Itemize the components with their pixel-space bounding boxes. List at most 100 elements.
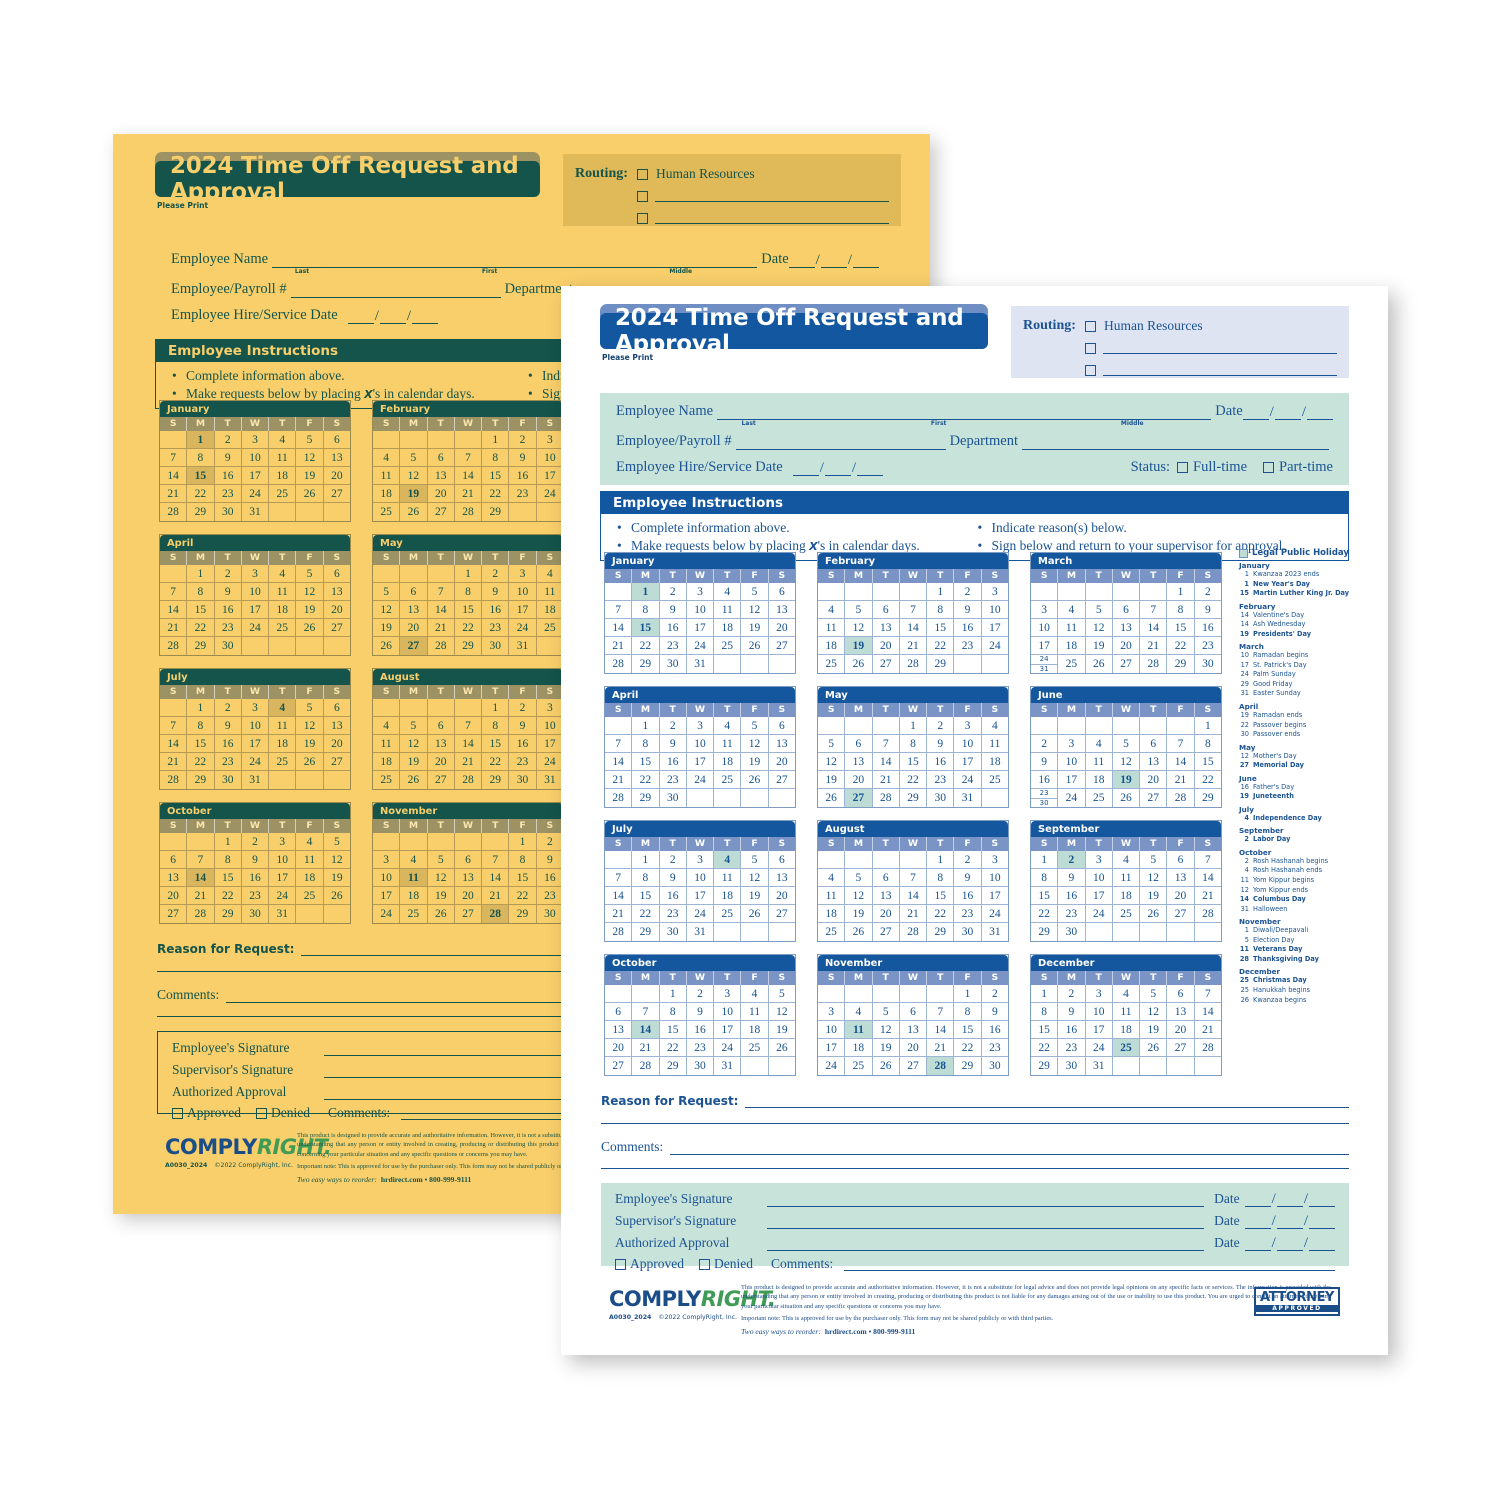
- calendar-day-cell[interactable]: 1: [954, 985, 982, 1003]
- date-month-blank[interactable]: [792, 462, 819, 476]
- calendar-day-cell[interactable]: 14: [605, 619, 633, 637]
- calendar-day-cell[interactable]: 22: [214, 887, 242, 905]
- calendar-day-cell[interactable]: 16: [214, 735, 242, 753]
- calendar-day-cell[interactable]: 11: [269, 717, 297, 735]
- calendar-day-cell[interactable]: 12: [1140, 869, 1168, 887]
- calendar-day-cell[interactable]: 12: [1085, 619, 1113, 637]
- calendar-day-cell[interactable]: 3: [981, 583, 1008, 601]
- calendar-day-cell[interactable]: 15: [632, 619, 660, 637]
- calendar-day-cell[interactable]: 10: [714, 1003, 742, 1021]
- calendar-day-cell[interactable]: 30: [215, 637, 242, 655]
- date-year-blank[interactable]: [412, 310, 439, 324]
- calendar-day-cell[interactable]: 19: [872, 1039, 900, 1057]
- calendar-day-cell[interactable]: 20: [427, 753, 455, 771]
- calendar-day-cell[interactable]: 11: [1112, 869, 1141, 887]
- calendar-day-cell[interactable]: 28: [187, 905, 215, 923]
- calendar-day-cell[interactable]: 18: [981, 753, 1008, 771]
- calendar-day-cell[interactable]: 6: [845, 735, 873, 753]
- calendar-day-cell[interactable]: 31: [687, 655, 715, 673]
- calendar-day-cell[interactable]: 23: [214, 753, 242, 771]
- calendar-day-cell[interactable]: 13: [454, 869, 483, 887]
- calendar-day-cell[interactable]: 4: [269, 699, 297, 717]
- calendar-day-cell[interactable]: 18: [1085, 771, 1113, 789]
- calendar-day-cell[interactable]: 22: [927, 637, 955, 655]
- calendar-day-cell[interactable]: 13: [427, 735, 455, 753]
- calendar-day-cell[interactable]: 17: [241, 467, 270, 485]
- calendar-day-cell[interactable]: 26: [296, 753, 324, 771]
- calendar-day-cell[interactable]: 24: [686, 905, 715, 923]
- calendar-day-cell[interactable]: 22: [899, 771, 928, 789]
- calendar-day-cell[interactable]: 12: [768, 1003, 795, 1021]
- calendar-day-cell[interactable]: 12: [427, 869, 455, 887]
- calendar-day-cell[interactable]: 5: [845, 601, 873, 619]
- calendar-day-cell[interactable]: 30: [982, 1057, 1008, 1075]
- calendar-day-cell[interactable]: 15: [659, 1021, 687, 1039]
- calendar-day-cell[interactable]: 10: [1085, 869, 1113, 887]
- calendar-day-cell[interactable]: 26: [323, 887, 350, 905]
- calendar-day-cell[interactable]: 9: [659, 735, 687, 753]
- calendar-day-cell[interactable]: 5: [323, 833, 350, 851]
- calendar-day-cell[interactable]: 16: [1031, 771, 1059, 789]
- calendar-day-cell[interactable]: 26: [373, 637, 401, 655]
- calendar-day-cell[interactable]: 26: [428, 905, 455, 923]
- routing-blank-checkbox[interactable]: [1085, 342, 1096, 354]
- calendar-day-cell[interactable]: 29: [632, 923, 660, 941]
- calendar-day-cell[interactable]: 16: [214, 601, 242, 619]
- calendar-day-cell[interactable]: 10: [954, 735, 982, 753]
- calendar-day-cell[interactable]: 21: [872, 771, 900, 789]
- calendar-day-cell[interactable]: 15: [954, 1021, 982, 1039]
- calendar-day-cell[interactable]: 22: [632, 905, 660, 923]
- calendar-day-cell[interactable]: 15: [1194, 753, 1221, 771]
- calendar-day-cell[interactable]: 28: [900, 655, 928, 673]
- date-day-blank[interactable]: [824, 462, 851, 476]
- calendar-day-cell[interactable]: 25: [536, 619, 563, 637]
- calendar-day-cell[interactable]: 23: [659, 905, 687, 923]
- calendar-day-cell[interactable]: 12: [845, 887, 873, 905]
- calendar-day-cell[interactable]: 2: [482, 565, 510, 583]
- calendar-day-cell[interactable]: 30: [537, 905, 563, 923]
- routing-blank-checkbox[interactable]: [637, 212, 648, 224]
- calendar-day-cell[interactable]: 24: [981, 905, 1008, 923]
- calendar-day-cell[interactable]: 27: [845, 789, 873, 807]
- calendar-day-cell[interactable]: 24: [536, 753, 563, 771]
- calendar-day-cell[interactable]: 3: [1031, 601, 1059, 619]
- calendar-day-cell[interactable]: 23: [214, 619, 242, 637]
- calendar-day-cell[interactable]: 1: [187, 699, 215, 717]
- calendar-day-cell[interactable]: 16: [1194, 619, 1221, 637]
- calendar-day-cell[interactable]: 6: [1112, 601, 1141, 619]
- calendar-day-cell[interactable]: 18: [741, 1021, 769, 1039]
- calendar-day-cell[interactable]: 27: [160, 905, 188, 923]
- reason-input[interactable]: [745, 1095, 1349, 1108]
- calendar-day-cell[interactable]: 11: [818, 887, 846, 905]
- calendar-day-cell[interactable]: 25: [981, 771, 1008, 789]
- calendar-day-cell[interactable]: 7: [160, 717, 188, 735]
- routing-blank-line[interactable]: [655, 212, 889, 224]
- calendar-day-cell[interactable]: 25: [400, 905, 428, 923]
- calendar-day-cell[interactable]: 13: [768, 869, 795, 887]
- calendar-day-cell[interactable]: 6: [323, 431, 350, 449]
- calendar-day-cell[interactable]: 11: [981, 735, 1008, 753]
- calendar-day-cell[interactable]: 3: [981, 851, 1008, 869]
- calendar-day-cell[interactable]: 6: [427, 717, 455, 735]
- calendar-day-cell[interactable]: 24: [686, 771, 715, 789]
- calendar-day-cell[interactable]: 26: [818, 789, 846, 807]
- calendar-day-cell[interactable]: 5: [400, 449, 428, 467]
- employee-name-input[interactable]: [717, 405, 1212, 420]
- employee-signature-input[interactable]: [767, 1193, 1205, 1207]
- calendar-day-cell[interactable]: 14: [605, 753, 633, 771]
- calendar-day-cell[interactable]: 6: [768, 717, 795, 735]
- calendar-day-cell[interactable]: 25: [1058, 655, 1086, 673]
- calendar-day-cell[interactable]: 31: [537, 771, 563, 789]
- calendar-day-cell[interactable]: 24: [818, 1057, 846, 1075]
- calendar-day-cell[interactable]: 25: [1112, 1039, 1141, 1057]
- calendar-day-cell[interactable]: 20: [427, 485, 455, 503]
- calendar-day-cell[interactable]: 5: [427, 851, 455, 869]
- calendar-day-cell[interactable]: 12: [741, 735, 769, 753]
- calendar-day-cell[interactable]: 19: [741, 753, 769, 771]
- calendar-day-cell[interactable]: 13: [768, 601, 795, 619]
- calendar-day-cell[interactable]: 21: [899, 905, 928, 923]
- calendar-day-cell[interactable]: 6: [323, 699, 350, 717]
- calendar-day-cell[interactable]: 18: [1058, 637, 1086, 655]
- calendar-day-cell[interactable]: 3: [818, 1003, 846, 1021]
- calendar-day-cell[interactable]: 6: [768, 851, 795, 869]
